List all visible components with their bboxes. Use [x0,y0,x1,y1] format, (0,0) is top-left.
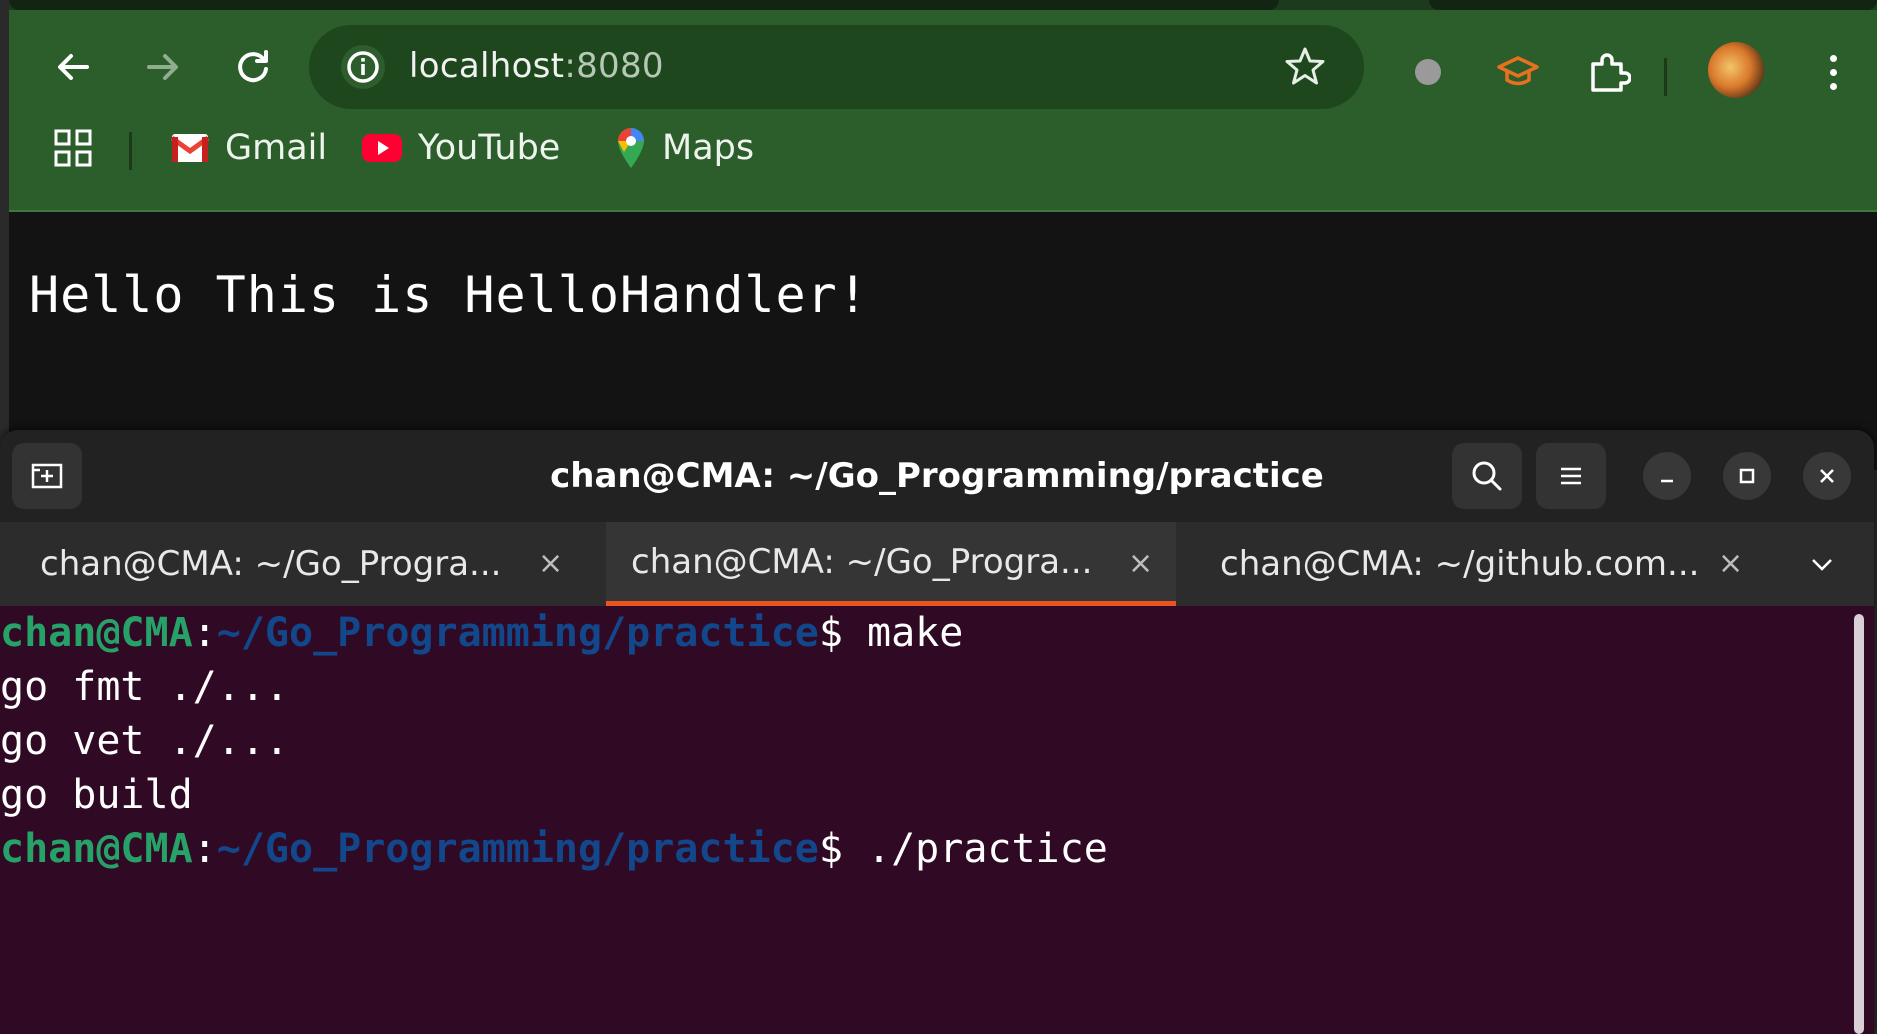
browser-window: localhost:8080 Gmail YouTube Maps Hello … [9,0,1877,470]
bookmarks-bar: Gmail YouTube Maps [9,112,1877,182]
terminal-tab-2[interactable]: chan@CMA: ~/Go_Progra... × [606,522,1176,606]
bookmark-gmail-label: Gmail [225,128,328,168]
terminal-scrollbar[interactable] [1854,614,1864,1034]
toolbar-divider [1664,58,1667,96]
gmail-icon [171,134,209,162]
back-button[interactable] [46,40,100,94]
terminal-line-output: go fmt ./... [0,664,289,710]
prompt-separator: : [192,826,217,872]
browser-tab[interactable] [9,0,1279,10]
prompt-user: chan@CMA [0,610,193,656]
close-icon [1820,469,1834,483]
prompt-path: ~/Go_Programming/practice [216,826,819,872]
terminal-window: chan@CMA: ~/Go_Programming/practice chan… [0,430,1874,1034]
prompt-dollar: $ [818,610,867,656]
terminal-line-prompt: chan@CMA:~/Go_Programming/practice$ ./pr… [0,822,1874,876]
terminal-output[interactable]: chan@CMA:~/Go_Programming/practice$ make… [0,606,1874,1034]
prompt-dollar: $ [818,826,867,872]
tab-close-icon[interactable]: × [1128,546,1153,581]
minimize-icon [1661,479,1673,483]
bookmark-star-icon[interactable] [1284,45,1326,91]
terminal-tab-bar: chan@CMA: ~/Go_Progra... × chan@CMA: ~/G… [0,522,1874,606]
terminal-line-prompt: chan@CMA:~/Go_Programming/practice$ make [0,606,1874,660]
maps-pin-icon [618,128,644,168]
tab-overflow-button[interactable] [1808,550,1836,582]
command-text: make [866,610,964,656]
new-tab-icon [31,463,63,489]
tab-close-icon[interactable]: × [538,546,563,581]
maximize-icon [1739,468,1755,484]
url-host: localhost [409,46,565,86]
address-bar[interactable]: localhost:8080 [309,25,1364,109]
prompt-user: chan@CMA [0,826,193,872]
bookmark-maps[interactable]: Maps [616,126,754,170]
site-info-icon[interactable] [341,45,385,89]
terminal-tab-label: chan@CMA: ~/Go_Progra... [631,541,1093,582]
chevron-down-icon [1812,559,1832,571]
reload-button[interactable] [226,40,280,94]
bookmark-youtube-label: YouTube [418,128,561,168]
url-port: :8080 [564,46,664,86]
url-text[interactable]: localhost:8080 [409,46,664,86]
search-button[interactable] [1452,443,1522,509]
bookmark-gmail[interactable]: Gmail [171,126,327,170]
browser-toolbar: localhost:8080 Gmail YouTube Maps [9,10,1877,212]
apps-grid-icon[interactable] [53,128,93,172]
search-icon [1472,461,1502,491]
prompt-path: ~/Go_Programming/practice [216,610,819,656]
terminal-tab-label: chan@CMA: ~/github.com... [1220,544,1700,584]
extensions-puzzle-icon[interactable] [1587,50,1631,94]
terminal-line-output: go build [0,772,193,818]
terminal-tab-3[interactable]: chan@CMA: ~/github.com... × [1180,522,1760,606]
maximize-button[interactable] [1723,452,1771,500]
reload-icon [238,50,268,83]
terminal-headerbar: chan@CMA: ~/Go_Programming/practice [0,430,1874,523]
browser-tab[interactable] [1429,0,1877,10]
close-window-button[interactable] [1803,452,1851,500]
back-arrow-icon [58,54,89,80]
new-tab-button[interactable] [12,443,82,509]
graduation-cap-icon[interactable] [1496,50,1540,94]
bookmark-maps-label: Maps [662,128,755,168]
bookmark-youtube[interactable]: YouTube [362,126,560,170]
forward-button[interactable] [136,40,190,94]
prompt-separator: : [192,610,217,656]
profile-avatar[interactable] [1708,42,1764,98]
minimize-button[interactable] [1643,452,1691,500]
command-text: ./practice [866,826,1108,872]
hamburger-icon [1561,467,1581,485]
hamburger-menu-button[interactable] [1536,443,1606,509]
extension-dot-icon[interactable] [1406,50,1450,94]
bookmarks-divider [129,132,132,170]
page-body-text: Hello This is HelloHandler! [29,266,869,324]
browser-tab-strip [9,0,1877,10]
terminal-line-output: go vet ./... [0,718,289,764]
more-menu-icon[interactable] [1821,53,1845,93]
tab-close-icon[interactable]: × [1718,546,1743,581]
forward-arrow-icon [147,54,178,80]
terminal-tab-1[interactable]: chan@CMA: ~/Go_Progra... × [0,522,600,606]
youtube-icon [362,134,402,162]
terminal-tab-label: chan@CMA: ~/Go_Progra... [40,544,502,584]
